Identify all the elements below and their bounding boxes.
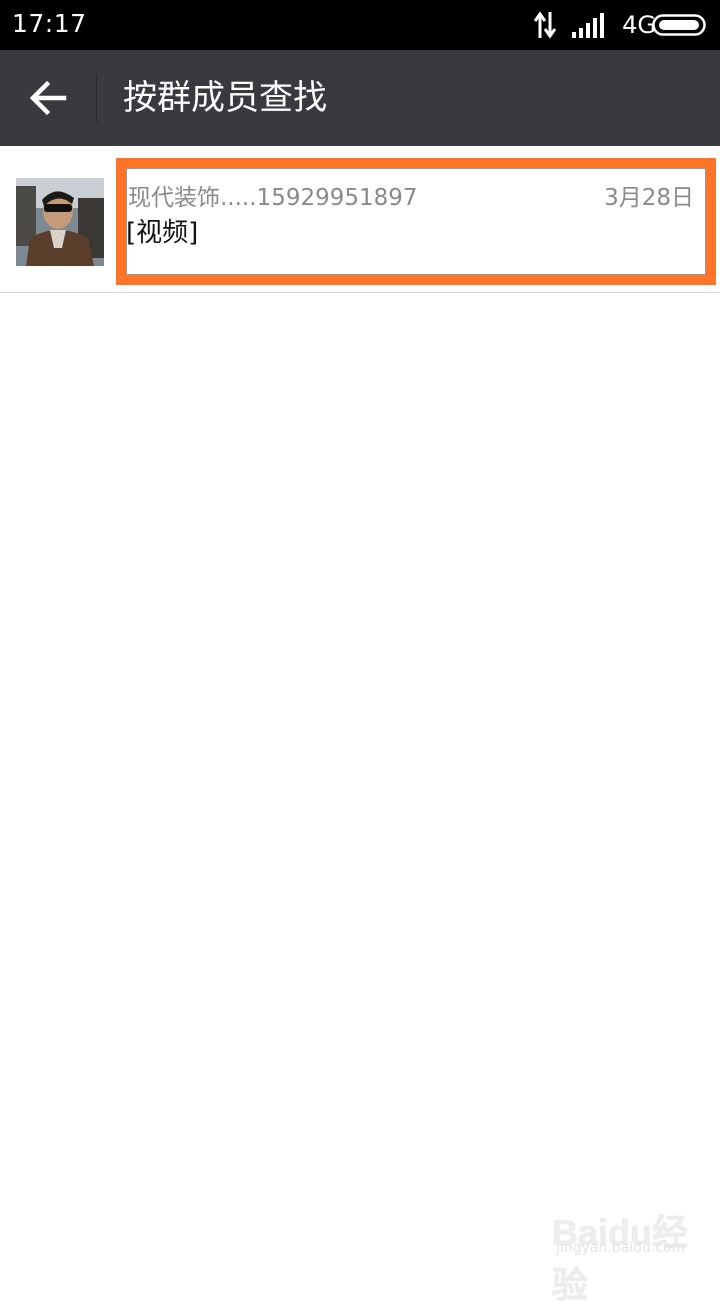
message-preview: [视频] bbox=[126, 218, 199, 248]
search-result-item[interactable]: 现代装饰.....15929951897 3月28日 [视频] bbox=[0, 146, 720, 293]
arrow-left-icon bbox=[29, 80, 67, 116]
message-date: 3月28日 bbox=[604, 185, 694, 211]
avatar-photo bbox=[16, 178, 104, 266]
sender-name: 现代装饰.....15929951897 bbox=[128, 185, 418, 211]
header-divider bbox=[96, 74, 97, 122]
watermark-brand: Baidu经验 bbox=[552, 1212, 689, 1305]
watermark-url: jingyan.baidu.com bbox=[556, 1240, 686, 1256]
data-transfer-icon bbox=[534, 11, 556, 39]
app-header: 按群成员查找 bbox=[0, 50, 720, 146]
page-title: 按群成员查找 bbox=[123, 78, 327, 118]
status-bar: 17:17 4G bbox=[0, 0, 720, 50]
signal-icon bbox=[572, 13, 604, 38]
network-type: 4G bbox=[622, 11, 656, 39]
avatar bbox=[16, 178, 104, 266]
baidu-watermark: Baidu经验 jingyan.baidu.com bbox=[552, 1196, 702, 1305]
back-button[interactable] bbox=[20, 72, 76, 124]
status-time: 17:17 bbox=[12, 9, 87, 38]
battery-icon bbox=[652, 14, 706, 36]
